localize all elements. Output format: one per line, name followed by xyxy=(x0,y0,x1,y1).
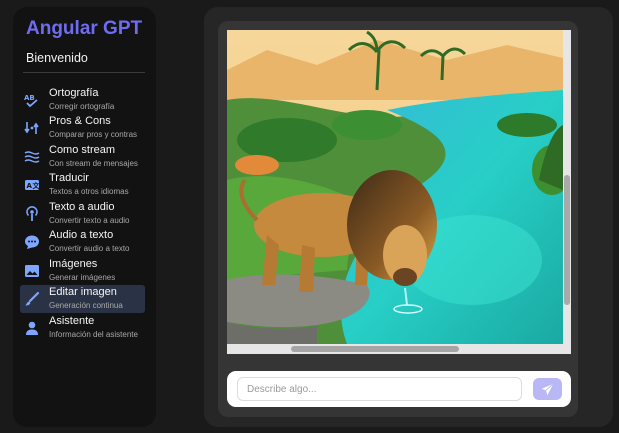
sidebar-item-sublabel: Textos a otros idiomas xyxy=(49,187,129,196)
sidebar-item-como-stream[interactable]: Como stream Con stream de mensajes xyxy=(20,143,145,171)
sidebar-item-imagenes[interactable]: Imágenes Generar imágenes xyxy=(20,257,145,285)
sidebar-item-label: Pros & Cons xyxy=(49,115,111,127)
chat-bubble-icon xyxy=(24,234,40,250)
sidebar-item-label: Asistente xyxy=(49,315,95,327)
horizontal-scrollbar-thumb[interactable] xyxy=(291,346,459,352)
sidebar-item-sublabel: Generar imágenes xyxy=(49,273,116,282)
sidebar: Angular GPT Bienvenido AB Ortografía Cor… xyxy=(13,7,156,427)
translate-icon: A文 xyxy=(24,177,40,193)
user-icon xyxy=(24,320,40,336)
sidebar-divider xyxy=(23,72,145,73)
brush-icon xyxy=(24,291,40,307)
sidebar-item-texto-audio[interactable]: Texto a audio Convertir texto a audio xyxy=(20,200,145,228)
sidebar-item-asistente[interactable]: Asistente Información del asistente xyxy=(20,314,145,342)
welcome-text: Bienvenido xyxy=(26,51,88,65)
sidebar-item-sublabel: Información del asistente xyxy=(49,330,138,339)
stream-icon xyxy=(24,149,40,165)
sidebar-item-label: Traducir xyxy=(49,172,89,184)
vertical-scrollbar[interactable] xyxy=(563,30,571,354)
chat-panel xyxy=(218,21,578,417)
sidebar-item-editar-imagen[interactable]: Editar imagen Generación continua xyxy=(20,285,145,313)
podcast-icon xyxy=(24,206,40,222)
sidebar-item-audio-texto[interactable]: Audio a texto Convertir audio a texto xyxy=(20,228,145,256)
horizontal-scrollbar[interactable] xyxy=(227,344,571,354)
sidebar-item-sublabel: Generación continua xyxy=(49,301,123,310)
sidebar-item-sublabel: Corregir ortografía xyxy=(49,102,115,111)
sidebar-item-sublabel: Convertir audio a texto xyxy=(49,244,130,253)
sidebar-item-sublabel: Comparar pros y contras xyxy=(49,130,138,139)
image-icon xyxy=(24,263,40,279)
sidebar-item-label: Imágenes xyxy=(49,258,98,270)
message-input-bar xyxy=(227,371,571,407)
sidebar-item-traducir[interactable]: A文 Traducir Textos a otros idiomas xyxy=(20,171,145,199)
send-button[interactable] xyxy=(533,378,562,400)
sidebar-item-label: Audio a texto xyxy=(49,229,114,241)
main-panel xyxy=(204,7,613,427)
app-title: Angular GPT xyxy=(26,18,143,39)
sidebar-item-label: Ortografía xyxy=(49,87,99,99)
lion-drinking-at-oasis-image[interactable] xyxy=(227,30,563,344)
generated-image-frame xyxy=(227,30,571,354)
sidebar-item-sublabel: Con stream de mensajes xyxy=(49,159,138,168)
compare-icon xyxy=(24,120,40,136)
sidebar-item-sublabel: Convertir texto a audio xyxy=(49,216,130,225)
sidebar-item-label: Texto a audio xyxy=(49,201,115,213)
svg-text:AB: AB xyxy=(24,94,35,102)
svg-text:文: 文 xyxy=(33,181,41,190)
vertical-scrollbar-thumb[interactable] xyxy=(564,175,570,305)
sidebar-item-label: Como stream xyxy=(49,144,116,156)
send-icon xyxy=(541,383,554,396)
spellcheck-icon: AB xyxy=(24,92,40,108)
sidebar-item-label: Editar imagen xyxy=(49,286,117,298)
message-input[interactable] xyxy=(237,377,522,401)
sidebar-item-pros-cons[interactable]: Pros & Cons Comparar pros y contras xyxy=(20,114,145,142)
sidebar-item-ortografia[interactable]: AB Ortografía Corregir ortografía xyxy=(20,86,145,114)
